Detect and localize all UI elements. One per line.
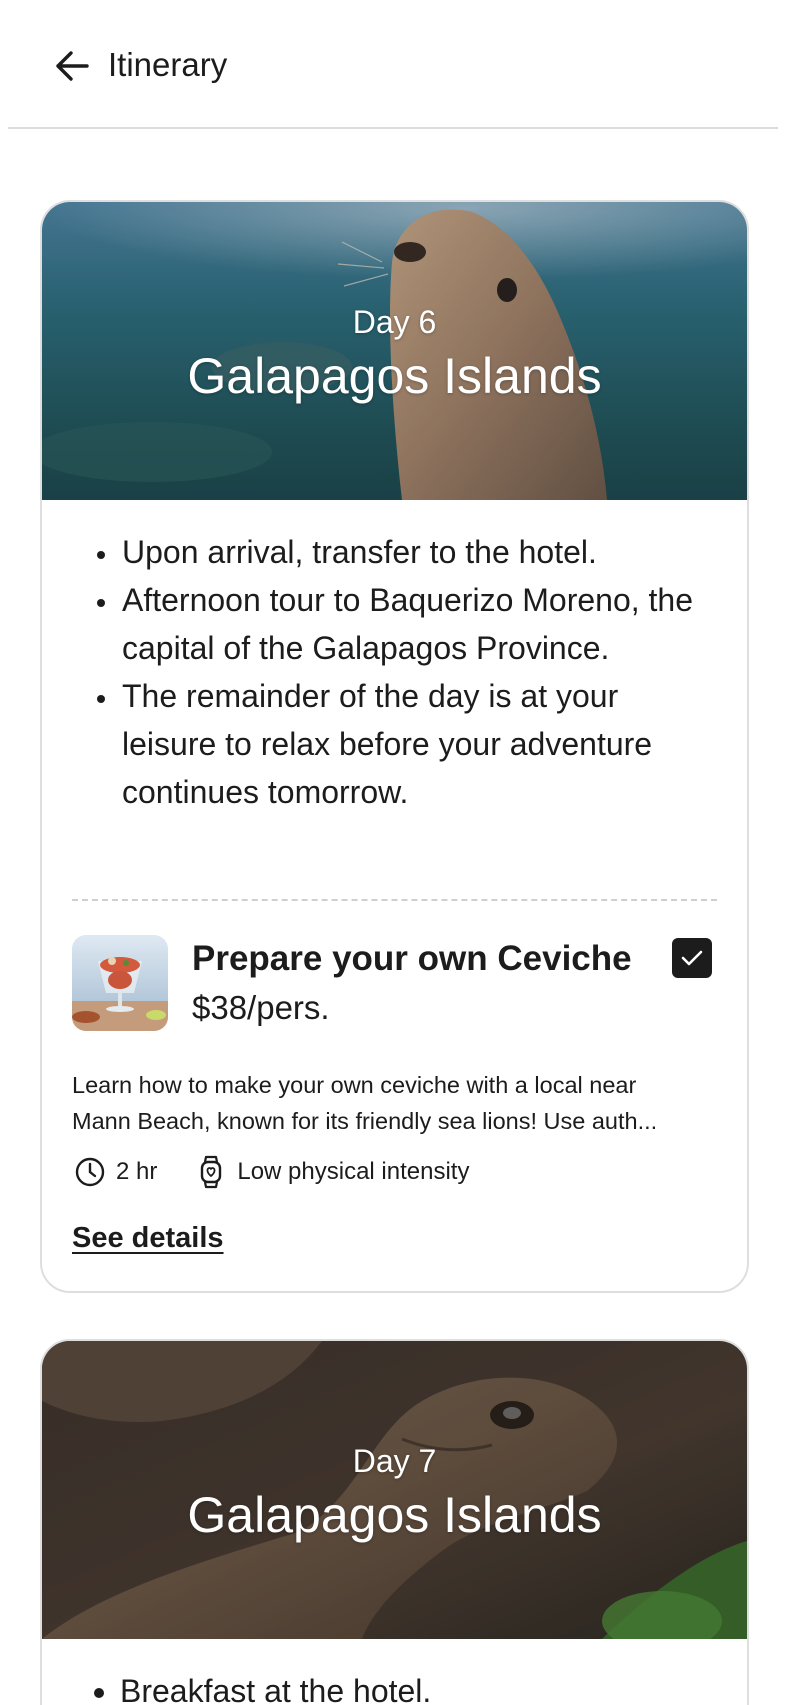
addon-description-line: Mann Beach, known for its friendly sea l… (72, 1108, 658, 1134)
day-heading: Day 6 Galapagos Islands (42, 302, 747, 406)
addon-description-line: Learn how to make your own ceviche with … (72, 1072, 637, 1098)
day-hero: Day 7 Galapagos Islands (42, 1341, 747, 1639)
day-place: Galapagos Islands (187, 1487, 602, 1543)
day-place: Galapagos Islands (187, 348, 602, 404)
day-card: Day 7 Galapagos Islands Breakfast at the… (40, 1339, 749, 1705)
itinerary-screen: Itinerary Day 6 Galapagos Islands • Upon… (0, 0, 786, 1705)
page-title: Itinerary (108, 46, 228, 83)
intensity-text: Low physical intensity (237, 1158, 470, 1185)
addon-meta: 2 hr Low physical intensity (72, 1152, 469, 1192)
day-label: Day 7 (352, 1443, 437, 1479)
list-item: Upon arrival, transfer to the hotel. (120, 528, 707, 576)
duration-text: 2 hr (116, 1158, 158, 1185)
watch-icon (193, 1154, 229, 1190)
day-activities-list: Breakfast at the hotel. (42, 1639, 747, 1705)
addon-price: $38/pers. (192, 989, 330, 1026)
day-heading: Day 7 Galapagos Islands (42, 1441, 747, 1545)
clock-icon (72, 1154, 108, 1190)
day-activities-list: Upon arrival, transfer to the hotel. Aft… (42, 500, 747, 816)
list-item: The remainder of the day is at your leis… (120, 672, 707, 816)
addon-title: Prepare your own Ceviche (192, 939, 632, 978)
ceviche-image (72, 935, 168, 1031)
see-details-link[interactable]: See details (72, 1219, 224, 1257)
arrow-left-icon (56, 51, 89, 81)
addon-description: Learn how to make your own ceviche with … (72, 1067, 717, 1139)
list-item: Breakfast at the hotel. (120, 1667, 707, 1705)
back-button[interactable] (42, 36, 102, 96)
app-header: Itinerary (8, 0, 778, 129)
addon-checkbox[interactable] (672, 938, 712, 978)
day-label: Day 6 (352, 304, 437, 340)
day-hero: Day 6 Galapagos Islands (42, 202, 747, 500)
list-item: Afternoon tour to Baquerizo Moreno, the … (120, 576, 707, 672)
check-icon (681, 950, 703, 966)
day-card: Day 6 Galapagos Islands Upon arrival, tr… (40, 200, 749, 1293)
dashed-divider (72, 899, 717, 901)
